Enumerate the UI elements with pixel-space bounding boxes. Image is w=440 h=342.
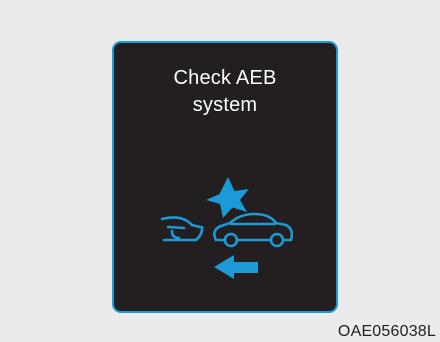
warning-message-line-2: system — [192, 94, 258, 116]
left-arrow-icon — [214, 255, 258, 279]
aeb-collision-warning-icon — [160, 177, 294, 279]
image-code-caption: OAE056038L — [337, 323, 436, 340]
warning-message: Check AEB system — [114, 65, 336, 119]
rear-car-icon — [160, 216, 204, 242]
warning-message-line-1: Check AEB — [173, 67, 277, 89]
front-car-icon — [213, 212, 294, 248]
cluster-display-panel: Check AEB system — [112, 41, 338, 313]
impact-star-icon — [206, 177, 249, 218]
